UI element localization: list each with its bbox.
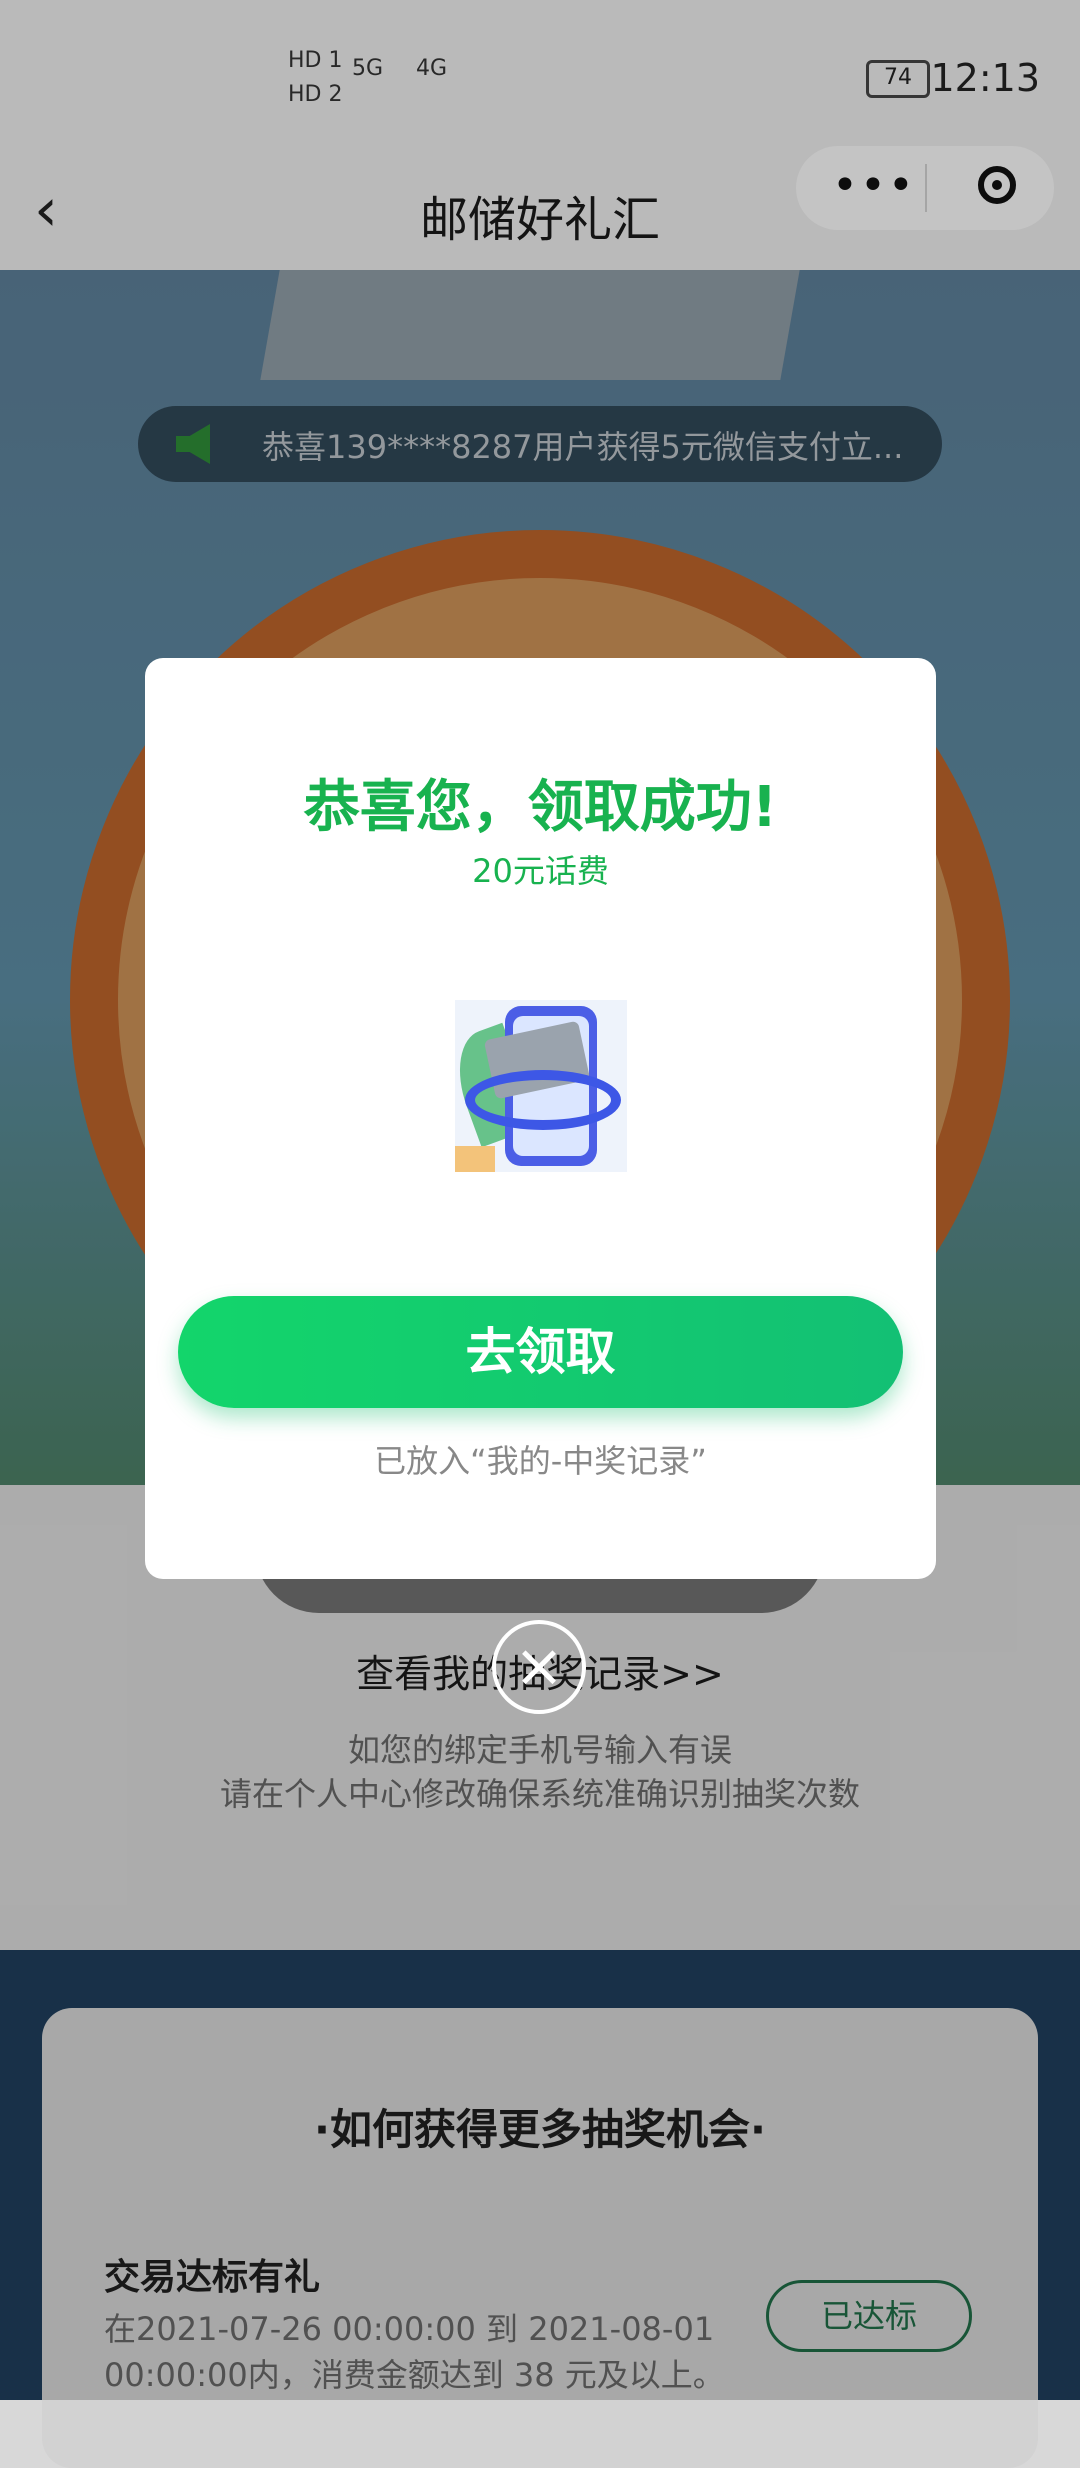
- dialog-title: 恭喜您，领取成功!: [303, 775, 778, 840]
- claim-button[interactable]: 去领取: [178, 1296, 903, 1408]
- close-dialog-button[interactable]: ×: [492, 1620, 586, 1714]
- base-graphic: [455, 1146, 495, 1172]
- ring-graphic: [465, 1070, 621, 1130]
- success-dialog: 恭喜您，领取成功! 20元话费 去领取 已放入“我的-中奖记录”: [145, 658, 936, 1579]
- prize-image: [455, 1000, 627, 1172]
- dialog-note: 已放入“我的-中奖记录”: [374, 1442, 707, 1480]
- close-icon: ×: [513, 1631, 565, 1701]
- prize-name: 20元话费: [472, 852, 609, 890]
